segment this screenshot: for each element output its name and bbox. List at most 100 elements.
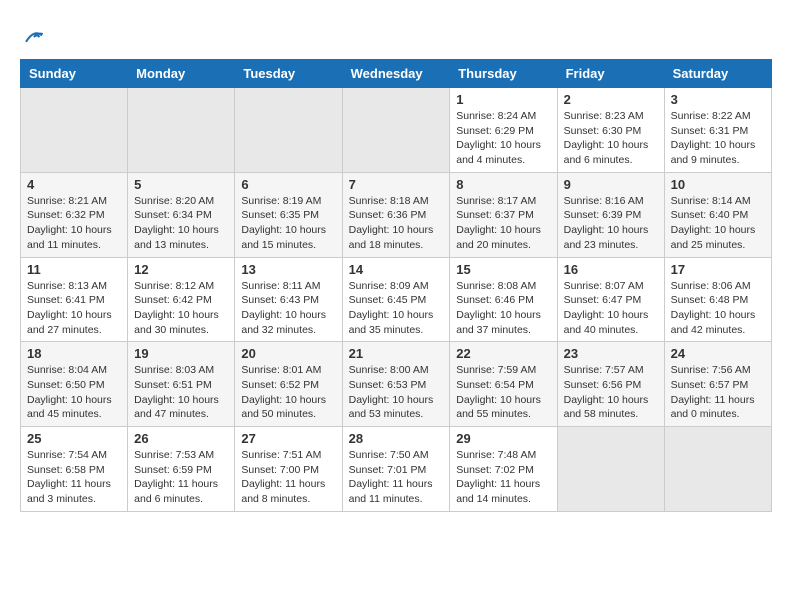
calendar-cell: 21 Sunrise: 8:00 AM Sunset: 6:53 PM Dayli… (342, 342, 450, 427)
day-number: 21 (349, 346, 444, 361)
day-info: Sunrise: 7:48 AM Sunset: 7:02 PM Dayligh… (456, 448, 550, 507)
logo-icon (22, 25, 46, 49)
calendar-cell (235, 88, 342, 173)
day-number: 4 (27, 177, 121, 192)
day-number: 23 (564, 346, 658, 361)
day-number: 17 (671, 262, 765, 277)
calendar-week-row: 4Sunrise: 8:21 AM Sunset: 6:32 PM Daylig… (21, 172, 772, 257)
calendar-cell: 8 Sunrise: 8:17 AM Sunset: 6:37 PM Daylig… (450, 172, 557, 257)
day-number: 10 (671, 177, 765, 192)
day-info: Sunrise: 8:09 AM Sunset: 6:45 PM Dayligh… (349, 279, 444, 338)
day-info: Sunrise: 8:17 AM Sunset: 6:37 PM Dayligh… (456, 194, 550, 253)
day-info: Sunrise: 8:04 AM Sunset: 6:50 PM Dayligh… (27, 363, 121, 422)
calendar-cell: 25Sunrise: 7:54 AM Sunset: 6:58 PM Dayli… (21, 427, 128, 512)
calendar-cell: 28 Sunrise: 7:50 AM Sunset: 7:01 PM Dayli… (342, 427, 450, 512)
day-number: 9 (564, 177, 658, 192)
day-number: 15 (456, 262, 550, 277)
day-number: 5 (134, 177, 228, 192)
logo (20, 25, 46, 49)
calendar-cell: 9 Sunrise: 8:16 AM Sunset: 6:39 PM Daylig… (557, 172, 664, 257)
col-header-monday: Monday (128, 60, 235, 88)
day-info: Sunrise: 8:12 AM Sunset: 6:42 PM Dayligh… (134, 279, 228, 338)
day-number: 1 (456, 92, 550, 107)
day-info: Sunrise: 8:16 AM Sunset: 6:39 PM Dayligh… (564, 194, 658, 253)
day-number: 7 (349, 177, 444, 192)
day-info: Sunrise: 8:08 AM Sunset: 6:46 PM Dayligh… (456, 279, 550, 338)
calendar-cell: 1 Sunrise: 8:24 AM Sunset: 6:29 PM Daylig… (450, 88, 557, 173)
calendar-cell: 15 Sunrise: 8:08 AM Sunset: 6:46 PM Dayli… (450, 257, 557, 342)
calendar-cell: 24Sunrise: 7:56 AM Sunset: 6:57 PM Dayli… (664, 342, 771, 427)
day-info: Sunrise: 8:22 AM Sunset: 6:31 PM Dayligh… (671, 109, 765, 168)
calendar-cell: 29 Sunrise: 7:48 AM Sunset: 7:02 PM Dayli… (450, 427, 557, 512)
col-header-wednesday: Wednesday (342, 60, 450, 88)
calendar-cell: 7 Sunrise: 8:18 AM Sunset: 6:36 PM Daylig… (342, 172, 450, 257)
day-number: 6 (241, 177, 335, 192)
calendar-week-row: 18 Sunrise: 8:04 AM Sunset: 6:50 PM Dayli… (21, 342, 772, 427)
col-header-thursday: Thursday (450, 60, 557, 88)
header (20, 20, 772, 49)
calendar-cell: 10 Sunrise: 8:14 AM Sunset: 6:40 PM Dayli… (664, 172, 771, 257)
calendar-table: SundayMondayTuesdayWednesdayThursdayFrid… (20, 59, 772, 512)
day-number: 27 (241, 431, 335, 446)
col-header-tuesday: Tuesday (235, 60, 342, 88)
day-info: Sunrise: 7:50 AM Sunset: 7:01 PM Dayligh… (349, 448, 444, 507)
day-number: 11 (27, 262, 121, 277)
day-number: 2 (564, 92, 658, 107)
calendar-cell: 11 Sunrise: 8:13 AM Sunset: 6:41 PM Dayli… (21, 257, 128, 342)
day-info: Sunrise: 8:11 AM Sunset: 6:43 PM Dayligh… (241, 279, 335, 338)
calendar-cell: 12 Sunrise: 8:12 AM Sunset: 6:42 PM Dayli… (128, 257, 235, 342)
day-number: 16 (564, 262, 658, 277)
col-header-saturday: Saturday (664, 60, 771, 88)
calendar-cell: 22 Sunrise: 7:59 AM Sunset: 6:54 PM Dayli… (450, 342, 557, 427)
calendar-cell (342, 88, 450, 173)
day-number: 13 (241, 262, 335, 277)
calendar-cell: 6 Sunrise: 8:19 AM Sunset: 6:35 PM Daylig… (235, 172, 342, 257)
day-info: Sunrise: 8:00 AM Sunset: 6:53 PM Dayligh… (349, 363, 444, 422)
calendar-cell: 23 Sunrise: 7:57 AM Sunset: 6:56 PM Dayli… (557, 342, 664, 427)
day-number: 22 (456, 346, 550, 361)
col-header-friday: Friday (557, 60, 664, 88)
calendar-cell (557, 427, 664, 512)
day-info: Sunrise: 8:14 AM Sunset: 6:40 PM Dayligh… (671, 194, 765, 253)
day-info: Sunrise: 8:13 AM Sunset: 6:41 PM Dayligh… (27, 279, 121, 338)
day-info: Sunrise: 7:53 AM Sunset: 6:59 PM Dayligh… (134, 448, 228, 507)
day-info: Sunrise: 8:23 AM Sunset: 6:30 PM Dayligh… (564, 109, 658, 168)
day-info: Sunrise: 8:03 AM Sunset: 6:51 PM Dayligh… (134, 363, 228, 422)
day-info: Sunrise: 8:01 AM Sunset: 6:52 PM Dayligh… (241, 363, 335, 422)
day-number: 28 (349, 431, 444, 446)
calendar-week-row: 25Sunrise: 7:54 AM Sunset: 6:58 PM Dayli… (21, 427, 772, 512)
day-info: Sunrise: 8:24 AM Sunset: 6:29 PM Dayligh… (456, 109, 550, 168)
day-info: Sunrise: 8:19 AM Sunset: 6:35 PM Dayligh… (241, 194, 335, 253)
calendar-cell: 18 Sunrise: 8:04 AM Sunset: 6:50 PM Dayli… (21, 342, 128, 427)
calendar-cell: 2 Sunrise: 8:23 AM Sunset: 6:30 PM Daylig… (557, 88, 664, 173)
day-info: Sunrise: 7:59 AM Sunset: 6:54 PM Dayligh… (456, 363, 550, 422)
day-info: Sunrise: 7:54 AM Sunset: 6:58 PM Dayligh… (27, 448, 121, 507)
calendar-cell: 19 Sunrise: 8:03 AM Sunset: 6:51 PM Dayli… (128, 342, 235, 427)
calendar-week-row: 11 Sunrise: 8:13 AM Sunset: 6:41 PM Dayli… (21, 257, 772, 342)
day-number: 29 (456, 431, 550, 446)
day-number: 19 (134, 346, 228, 361)
calendar-cell (664, 427, 771, 512)
day-number: 14 (349, 262, 444, 277)
day-number: 3 (671, 92, 765, 107)
calendar-cell: 16 Sunrise: 8:07 AM Sunset: 6:47 PM Dayli… (557, 257, 664, 342)
calendar-cell: 17Sunrise: 8:06 AM Sunset: 6:48 PM Dayli… (664, 257, 771, 342)
calendar-cell (128, 88, 235, 173)
calendar-cell: 20 Sunrise: 8:01 AM Sunset: 6:52 PM Dayli… (235, 342, 342, 427)
day-info: Sunrise: 8:18 AM Sunset: 6:36 PM Dayligh… (349, 194, 444, 253)
day-number: 8 (456, 177, 550, 192)
day-info: Sunrise: 8:07 AM Sunset: 6:47 PM Dayligh… (564, 279, 658, 338)
calendar-cell: 26 Sunrise: 7:53 AM Sunset: 6:59 PM Dayli… (128, 427, 235, 512)
calendar-cell: 27 Sunrise: 7:51 AM Sunset: 7:00 PM Dayli… (235, 427, 342, 512)
day-number: 12 (134, 262, 228, 277)
calendar-cell (21, 88, 128, 173)
day-number: 20 (241, 346, 335, 361)
day-number: 24 (671, 346, 765, 361)
day-info: Sunrise: 7:51 AM Sunset: 7:00 PM Dayligh… (241, 448, 335, 507)
calendar-header-row: SundayMondayTuesdayWednesdayThursdayFrid… (21, 60, 772, 88)
day-number: 18 (27, 346, 121, 361)
day-info: Sunrise: 7:57 AM Sunset: 6:56 PM Dayligh… (564, 363, 658, 422)
col-header-sunday: Sunday (21, 60, 128, 88)
day-number: 26 (134, 431, 228, 446)
calendar-cell: 14 Sunrise: 8:09 AM Sunset: 6:45 PM Dayli… (342, 257, 450, 342)
